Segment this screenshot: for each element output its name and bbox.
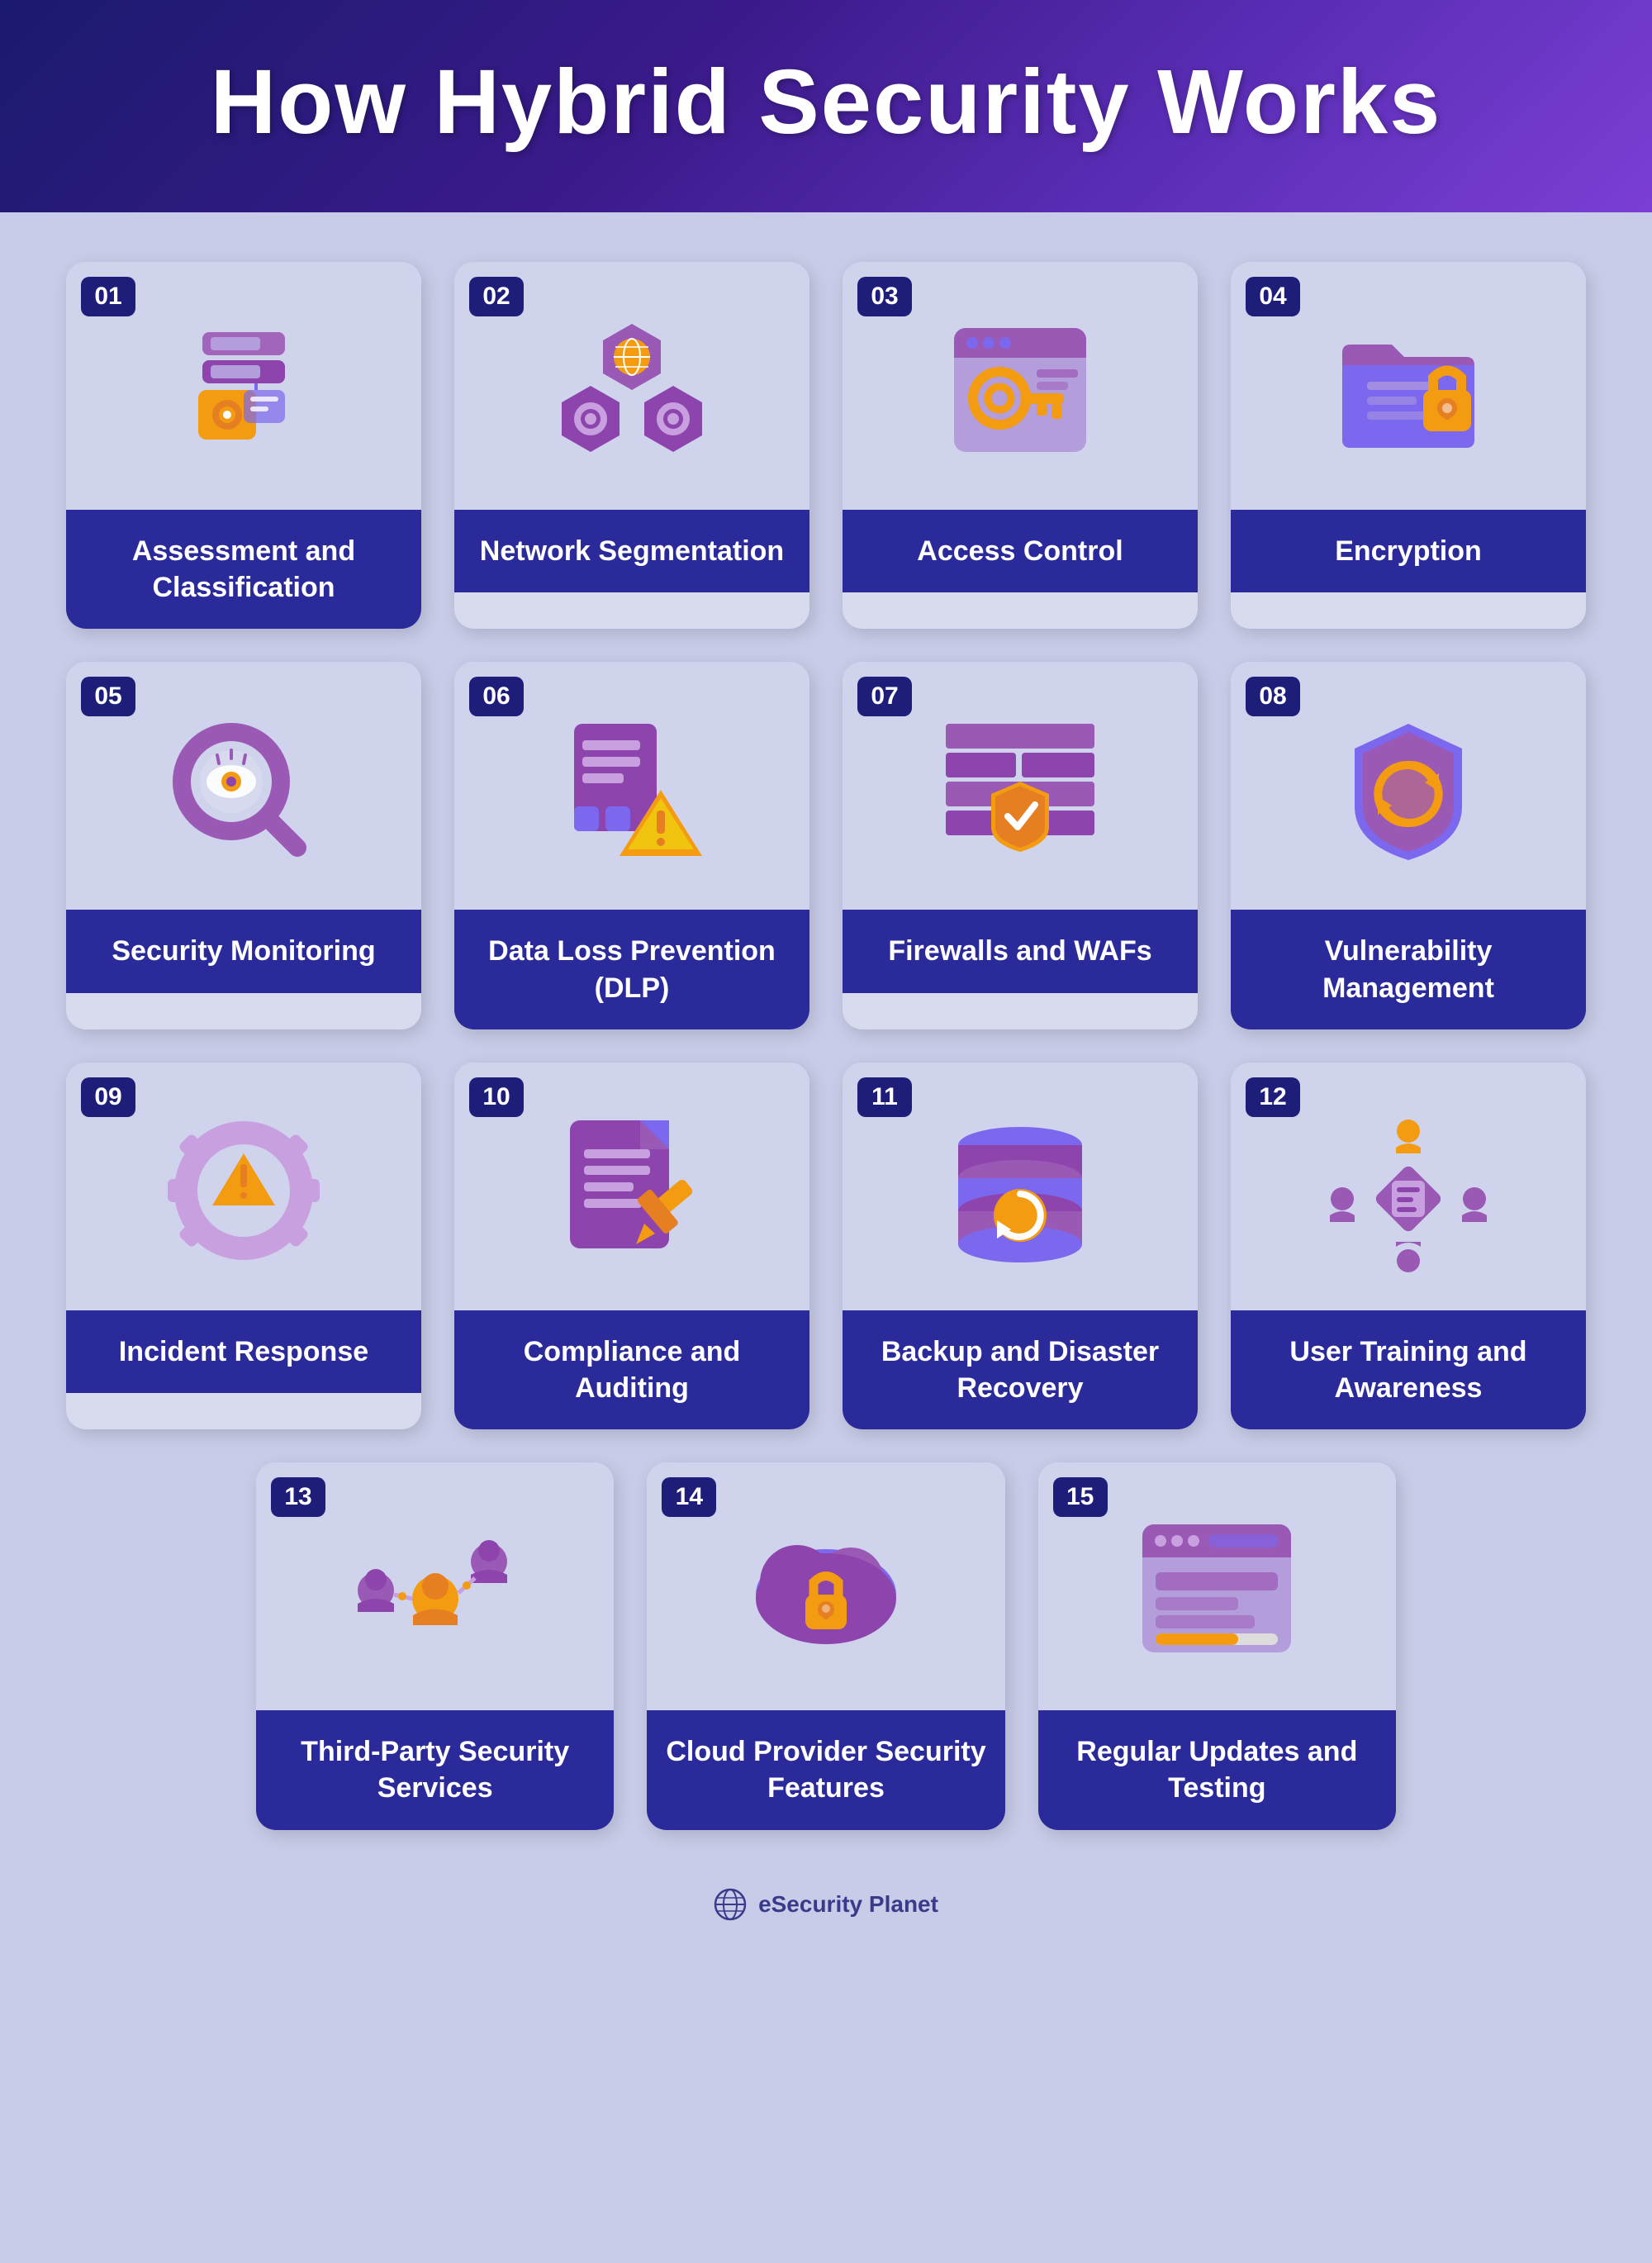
- card-training: 12: [1231, 1063, 1586, 1429]
- card-label-7: Firewalls and WAFs: [843, 910, 1198, 992]
- card-icon-area-2: 02: [454, 262, 809, 510]
- card-label-2: Network Segmentation: [454, 510, 809, 592]
- card-icon-area-1: 01: [66, 262, 421, 510]
- card-backup: 11 Backup and Disaster Recovery: [843, 1063, 1198, 1429]
- card-compliance: 10 Compliance and Auditing: [454, 1063, 809, 1429]
- card-monitoring: 05 Security Monitoring: [66, 662, 421, 1029]
- firewall-icon: [929, 707, 1111, 872]
- network-icon: [541, 307, 723, 473]
- brand-logo: eSecurity Planet: [714, 1888, 938, 1921]
- brand-icon: [714, 1888, 747, 1921]
- card-incident: 09: [66, 1063, 421, 1429]
- thirdparty-icon: [344, 1508, 526, 1673]
- card-icon-area-13: 13: [256, 1462, 614, 1710]
- card-label-12: User Training and Awareness: [1231, 1310, 1586, 1429]
- row-1: 01: [66, 262, 1586, 629]
- card-icon-area-4: 04: [1231, 262, 1586, 510]
- card-number-11: 11: [857, 1077, 912, 1117]
- dlp-icon: [541, 707, 723, 872]
- vulnerability-icon: [1317, 707, 1499, 872]
- card-updates: 15: [1038, 1462, 1396, 1829]
- card-icon-area-6: 06: [454, 662, 809, 910]
- card-label-14: Cloud Provider Security Features: [647, 1710, 1004, 1829]
- card-label-5: Security Monitoring: [66, 910, 421, 992]
- card-encryption: 04 Encryption: [1231, 262, 1586, 629]
- card-number-8: 08: [1246, 677, 1300, 716]
- card-number-6: 06: [469, 677, 524, 716]
- page-title: How Hybrid Security Works: [66, 50, 1586, 155]
- card-number-15: 15: [1053, 1477, 1108, 1517]
- card-network: 02: [454, 262, 809, 629]
- card-icon-area-14: 14: [647, 1462, 1004, 1710]
- card-number-14: 14: [662, 1477, 716, 1517]
- brand-name: eSecurity Planet: [758, 1891, 938, 1918]
- card-icon-area-8: 08: [1231, 662, 1586, 910]
- updates-icon: [1126, 1508, 1308, 1673]
- card-label-10: Compliance and Auditing: [454, 1310, 809, 1429]
- card-label-3: Access Control: [843, 510, 1198, 592]
- card-label-8: Vulnerability Management: [1231, 910, 1586, 1029]
- card-number-9: 09: [81, 1077, 135, 1117]
- row-4: 13: [256, 1462, 1396, 1829]
- main-content: 01: [0, 212, 1652, 2012]
- row-3: 09: [66, 1063, 1586, 1429]
- card-number-1: 01: [81, 277, 135, 316]
- card-icon-area-5: 05: [66, 662, 421, 910]
- card-label-9: Incident Response: [66, 1310, 421, 1393]
- card-icon-area-10: 10: [454, 1063, 809, 1310]
- card-number-10: 10: [469, 1077, 524, 1117]
- card-label-11: Backup and Disaster Recovery: [843, 1310, 1198, 1429]
- monitoring-icon: [153, 707, 335, 872]
- cloud-icon: [735, 1508, 917, 1673]
- card-icon-area-11: 11: [843, 1063, 1198, 1310]
- card-icon-area-9: 09: [66, 1063, 421, 1310]
- card-dlp: 06 Data Loss Prevention (D: [454, 662, 809, 1029]
- card-number-4: 04: [1246, 277, 1300, 316]
- card-thirdparty: 13: [256, 1462, 614, 1829]
- compliance-icon: [541, 1108, 723, 1273]
- card-icon-area-15: 15: [1038, 1462, 1396, 1710]
- row-2: 05 Security Monitoring: [66, 662, 1586, 1029]
- incident-icon: [153, 1108, 335, 1273]
- training-icon: [1317, 1108, 1499, 1273]
- card-number-2: 02: [469, 277, 524, 316]
- card-number-7: 07: [857, 677, 912, 716]
- card-number-3: 03: [857, 277, 912, 316]
- card-icon-area-3: 03: [843, 262, 1198, 510]
- card-icon-area-12: 12: [1231, 1063, 1586, 1310]
- card-label-13: Third-Party Security Services: [256, 1710, 614, 1829]
- card-cloud: 14 Cloud Provider Security Features: [647, 1462, 1004, 1829]
- card-label-1: Assessment and Classification: [66, 510, 421, 629]
- card-label-15: Regular Updates and Testing: [1038, 1710, 1396, 1829]
- card-label-4: Encryption: [1231, 510, 1586, 592]
- card-number-12: 12: [1246, 1077, 1300, 1117]
- card-label-6: Data Loss Prevention (DLP): [454, 910, 809, 1029]
- card-number-5: 05: [81, 677, 135, 716]
- header: How Hybrid Security Works: [0, 0, 1652, 212]
- card-vulnerability: 08 Vulnerability Management: [1231, 662, 1586, 1029]
- card-access: 03: [843, 262, 1198, 629]
- assessment-icon: [153, 307, 335, 473]
- card-assessment: 01: [66, 262, 421, 629]
- encryption-icon: [1317, 307, 1499, 473]
- card-firewall: 07 Firewalls and WAFs: [843, 662, 1198, 1029]
- backup-icon: [929, 1108, 1111, 1273]
- card-number-13: 13: [271, 1477, 325, 1517]
- card-icon-area-7: 07: [843, 662, 1198, 910]
- footer: eSecurity Planet: [66, 1863, 1586, 1946]
- access-icon: [929, 307, 1111, 473]
